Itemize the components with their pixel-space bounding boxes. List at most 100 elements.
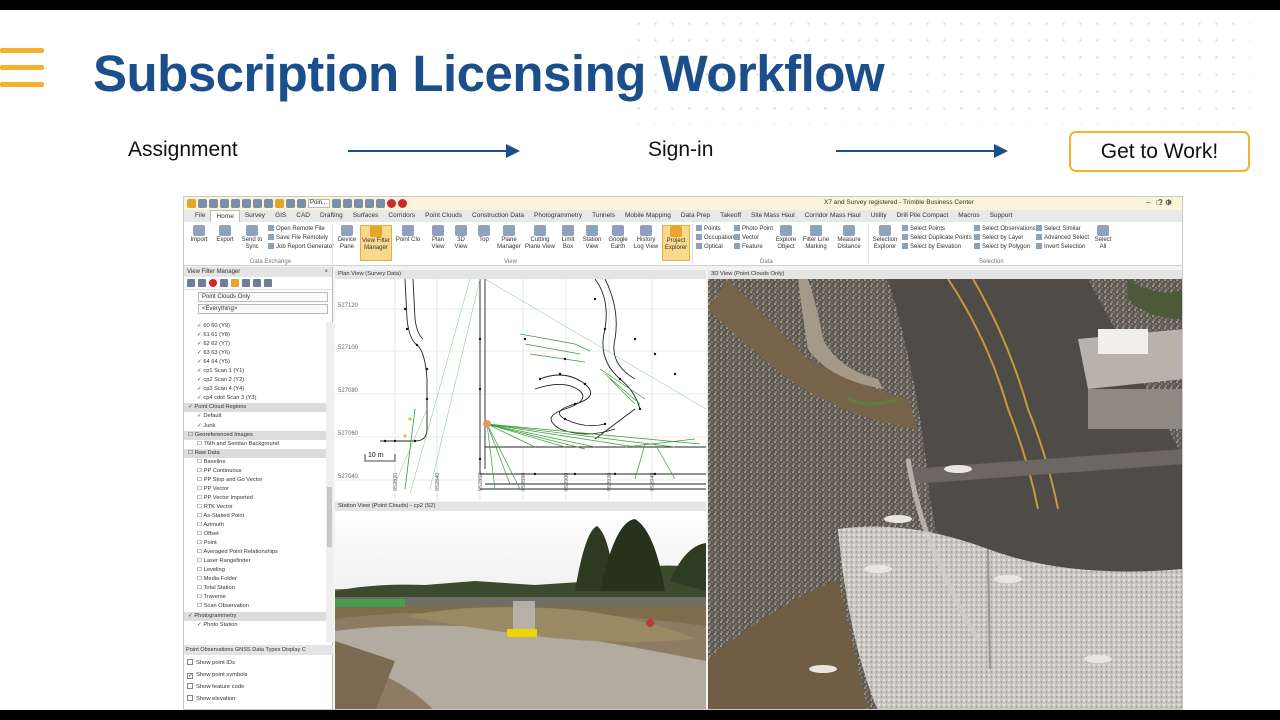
- advanced-select-button[interactable]: Advanced Select: [1036, 234, 1089, 243]
- tab-corridors[interactable]: Corridors: [383, 210, 420, 222]
- tree-item[interactable]: ✓ 62 62 (Y7): [184, 340, 326, 349]
- point-selector[interactable]: Poin...: [308, 199, 330, 208]
- checkbox-checked-icon[interactable]: ✓: [187, 673, 193, 679]
- tree-item[interactable]: ☐ PP Vector Imported: [184, 494, 326, 503]
- tree-item[interactable]: ☐ Scan Observation: [184, 602, 326, 611]
- tab-construction-data[interactable]: Construction Data: [467, 210, 529, 222]
- tree-item[interactable]: ✓ cp3 Scan 4 (Y4): [184, 385, 326, 394]
- tree-item[interactable]: ✓ cp2 Scan 2 (Y2): [184, 376, 326, 385]
- export-button[interactable]: Export: [212, 225, 238, 244]
- checkbox-icon[interactable]: [187, 695, 193, 701]
- stack-icon[interactable]: [242, 279, 250, 287]
- invert-selection-button[interactable]: Invert Selection: [1036, 243, 1085, 252]
- checkbox-icon[interactable]: ☐: [197, 495, 204, 501]
- checkbox-icon[interactable]: [187, 659, 193, 665]
- open-remote-file-button[interactable]: Open Remote File: [268, 225, 325, 234]
- tree-item[interactable]: ☐ PP Vector: [184, 485, 326, 494]
- tree-item[interactable]: ☐ PP Continuous: [184, 467, 326, 476]
- tree-item[interactable]: ☐ Media Folder: [184, 575, 326, 584]
- checkbox-icon[interactable]: ☐: [197, 594, 204, 600]
- stop-icon[interactable]: [398, 199, 407, 208]
- limit-box-button[interactable]: Limit Box: [558, 225, 578, 251]
- record-icon[interactable]: [387, 199, 396, 208]
- tree-item[interactable]: ✓ Photo Station: [184, 621, 326, 630]
- tree-item[interactable]: ✓ Point Cloud Regions: [184, 403, 326, 413]
- globe-icon[interactable]: [354, 199, 363, 208]
- bottom-tabs[interactable]: Point Observations GNSS Data Types Displ…: [184, 645, 333, 655]
- option-row[interactable]: Show feature code: [184, 681, 333, 693]
- delete-icon[interactable]: [209, 279, 217, 287]
- tree-item[interactable]: ✓ Default: [184, 412, 326, 421]
- save-icon[interactable]: [242, 199, 251, 208]
- tree-item[interactable]: ☐ Averaged Point Relationships: [184, 548, 326, 557]
- checkbox-icon[interactable]: ☐: [197, 504, 204, 510]
- checkbox-icon[interactable]: ☐: [188, 432, 195, 438]
- tab-site-mass-haul[interactable]: Site Mass Haul: [746, 210, 800, 222]
- vector-button[interactable]: Vector: [734, 234, 759, 243]
- option-row[interactable]: Show point IDs: [184, 657, 333, 669]
- send-to-sync-button[interactable]: Send to Sync: [238, 225, 266, 251]
- tree-item[interactable]: ✓ Photogrammetry: [184, 611, 326, 621]
- cube-icon[interactable]: [253, 279, 261, 287]
- tab-photogrammetry[interactable]: Photogrammetry: [529, 210, 587, 222]
- checkbox-icon[interactable]: ☐: [197, 459, 204, 465]
- move-icon[interactable]: [220, 279, 228, 287]
- tab-home[interactable]: Home: [210, 209, 240, 223]
- checkbox-icon[interactable]: ☐: [197, 441, 204, 447]
- tree-item[interactable]: ☐ Georeferenced Images: [184, 430, 326, 440]
- checkbox-icon[interactable]: ☐: [197, 468, 204, 474]
- tree-item[interactable]: ✓ 60 60 (Y9): [184, 322, 326, 331]
- layer-icon[interactable]: [365, 199, 374, 208]
- view-filter-manager-button[interactable]: View Filter Manager: [360, 225, 392, 261]
- tab-survey[interactable]: Survey: [240, 210, 270, 222]
- redo-icon[interactable]: [209, 199, 218, 208]
- measure-distance-button[interactable]: Measure Distance: [834, 225, 864, 251]
- option-row[interactable]: ✓ Show point symbols: [184, 669, 333, 681]
- settings-icon[interactable]: [264, 199, 273, 208]
- point-cloud-button[interactable]: Point Clo: [394, 225, 422, 244]
- 3d-view-button[interactable]: 3D View: [450, 225, 472, 251]
- select-by-layer-button[interactable]: Select by Layer: [974, 234, 1023, 243]
- photo-point-button[interactable]: Photo Point: [734, 225, 773, 234]
- checkbox-icon[interactable]: ☐: [197, 585, 204, 591]
- tab-file[interactable]: File: [190, 210, 210, 222]
- device-pane-button[interactable]: Device Pane: [334, 225, 360, 251]
- station-view-tab[interactable]: Station View (Point Clouds) - cp2 (S2): [335, 502, 706, 511]
- checkbox-icon[interactable]: ☐: [188, 450, 195, 456]
- select-observations-button[interactable]: Select Observations: [974, 225, 1036, 234]
- filter-line-marking-button[interactable]: Filter Line Marking: [800, 225, 832, 251]
- tree-item[interactable]: ☐ Leveling: [184, 566, 326, 575]
- text-icon[interactable]: [264, 279, 272, 287]
- optical-button[interactable]: Optical: [696, 243, 723, 252]
- save-remote-button[interactable]: Save File Remotely: [268, 234, 328, 243]
- select-similar-button[interactable]: Select Similar: [1036, 225, 1081, 234]
- close-icon[interactable]: ×: [324, 267, 328, 277]
- 3d-view-canvas[interactable]: [708, 279, 1182, 709]
- occupation-button[interactable]: Occupation: [696, 234, 734, 243]
- checkbox-icon[interactable]: ☐: [197, 567, 204, 573]
- tree-item[interactable]: ☐ Traverse: [184, 593, 326, 602]
- plan-view-tab[interactable]: Plan View (Survey Data): [335, 270, 706, 279]
- open-icon[interactable]: [231, 199, 240, 208]
- checkbox-icon[interactable]: ☐: [197, 486, 204, 492]
- tree-item[interactable]: ✓ cp1 Scan 1 (Y1): [184, 367, 326, 376]
- checkbox-icon[interactable]: ☐: [197, 540, 204, 546]
- history-log-button[interactable]: History Log View: [632, 225, 660, 251]
- tab-utility[interactable]: Utility: [866, 210, 892, 222]
- checkbox-icon[interactable]: ☐: [197, 477, 204, 483]
- tree-item[interactable]: ☐ As-Staked Point: [184, 512, 326, 521]
- tab-gis[interactable]: GIS: [270, 210, 291, 222]
- tab-data-prep[interactable]: Data Prep: [676, 210, 715, 222]
- tree-item[interactable]: ☐ Total Station: [184, 584, 326, 593]
- checkbox-icon[interactable]: ☐: [197, 558, 204, 564]
- select-all-button[interactable]: Select All: [1092, 225, 1114, 251]
- plan-view-canvas[interactable]: 527120 527100 527080 527060 527040 95282…: [335, 279, 706, 501]
- points-button[interactable]: Points: [696, 225, 721, 234]
- tab-point-clouds[interactable]: Point Clouds: [420, 210, 467, 222]
- tree-item[interactable]: ☐ Offset: [184, 530, 326, 539]
- filter-icon[interactable]: [275, 199, 284, 208]
- undo-icon[interactable]: [198, 199, 207, 208]
- select-duplicate-button[interactable]: Select Duplicate Points: [902, 234, 972, 243]
- tree-item[interactable]: ☐ 76th and Seridan Background: [184, 440, 326, 449]
- tree-item[interactable]: ☐ Baseline: [184, 458, 326, 467]
